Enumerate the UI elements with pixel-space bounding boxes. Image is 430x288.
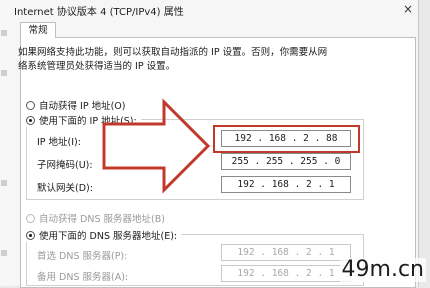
tab-general[interactable]: 常规	[20, 22, 56, 38]
subnet-mask-label: 子网掩码(U):	[37, 160, 93, 171]
alternate-dns-input[interactable]: 192 . 168 . 2 . 1	[221, 265, 351, 282]
default-gateway-input[interactable]: 192 . 168 . 2 . 1	[221, 176, 351, 193]
subnet-mask-input[interactable]: 255 . 255 . 255 . 0	[221, 153, 351, 170]
description-line: 如果网络支持此功能，则可以获取自动指派的 IP 设置。否则，你需要从网	[18, 47, 328, 58]
red-arrow-icon	[102, 98, 211, 194]
radio-selected-icon	[26, 115, 35, 125]
auto-dns-radio[interactable]: 自动获得 DNS 服务器地址(B)	[26, 211, 165, 225]
auto-dns-label: 自动获得 DNS 服务器地址(B)	[39, 214, 165, 225]
alternate-dns-label: 备用 DNS 服务器(A):	[37, 272, 129, 283]
close-button[interactable]: ×	[399, 1, 417, 17]
radio-selected-icon	[26, 230, 35, 240]
edge-mark	[1, 70, 7, 76]
edge-mark	[1, 30, 7, 36]
ip-address-label: IP 地址(I):	[37, 137, 81, 148]
preferred-dns-label: 首选 DNS 服务器(P):	[37, 251, 128, 262]
edge-mark	[1, 250, 7, 256]
title-bar[interactable]: Internet 协议版本 4 (TCP/IPv4) 属性 ×	[10, 0, 418, 18]
default-gateway-label: 默认网关(D):	[37, 183, 93, 194]
ip-highlight-box	[213, 125, 360, 153]
manual-dns-radio[interactable]: 使用下面的 DNS 服务器地址(E):	[26, 228, 182, 242]
description-line: 络系统管理员处获得适当的 IP 设置。	[18, 61, 176, 72]
watermark: 49m.cn	[339, 257, 426, 282]
edge-mark	[1, 180, 7, 186]
radio-disabled-icon	[26, 213, 35, 223]
window-title: Internet 协议版本 4 (TCP/IPv4) 属性	[14, 7, 184, 18]
radio-unselected-icon	[26, 100, 35, 110]
manual-dns-label: 使用下面的 DNS 服务器地址(E):	[39, 231, 178, 242]
description-text: 如果网络支持此功能，则可以获取自动指派的 IP 设置。否则，你需要从网 络系统管…	[18, 46, 398, 74]
preferred-dns-input[interactable]: 192 . 168 . 2 . 1	[221, 244, 351, 261]
